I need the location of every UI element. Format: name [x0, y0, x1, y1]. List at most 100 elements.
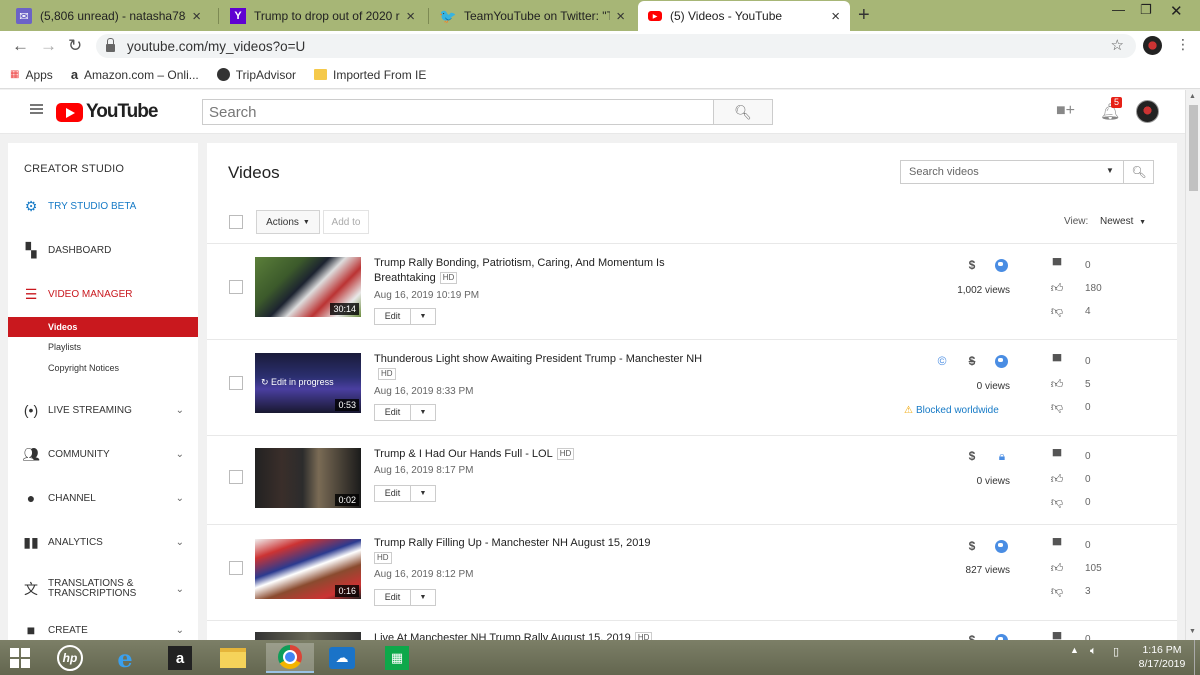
- youtube-search-button[interactable]: 🔍︎: [714, 99, 773, 125]
- microsoft-store-icon[interactable]: ▦: [377, 643, 417, 673]
- sidebar-item-video-manager[interactable]: ☰ VIDEO MANAGER: [8, 282, 198, 306]
- reload-icon[interactable]: ↻: [68, 36, 82, 56]
- video-select-checkbox[interactable]: [229, 470, 243, 484]
- youtube-logo[interactable]: YouTube: [56, 101, 158, 123]
- restore-icon[interactable]: ❐: [1140, 2, 1152, 18]
- caret-down-icon[interactable]: ▼: [411, 313, 435, 320]
- sidebar-item-create[interactable]: ■ CREATE ⌄: [8, 618, 198, 640]
- sidebar-item-live-streaming[interactable]: (•) LIVE STREAMING ⌄: [8, 398, 198, 422]
- caret-down-icon[interactable]: ▼: [411, 409, 435, 416]
- volume-icon[interactable]: 🔈︎: [1090, 645, 1097, 658]
- video-thumbnail[interactable]: 0:02: [255, 448, 361, 508]
- private-icon[interactable]: 🔒︎: [995, 449, 1009, 464]
- scroll-up-icon[interactable]: ▲: [1189, 93, 1196, 100]
- bookmark-imported-from-ie[interactable]: Imported From IE: [314, 68, 426, 82]
- windows-start-icon[interactable]: [0, 643, 40, 673]
- url-input[interactable]: youtube.com/my_videos?o=U ☆: [96, 34, 1136, 58]
- scroll-down-icon[interactable]: ▼: [1189, 628, 1196, 635]
- sidebar-sub-copyright-notices[interactable]: Copyright Notices: [8, 358, 198, 378]
- bookmark-amazon[interactable]: a Amazon.com – Onli...: [71, 67, 199, 82]
- hp-icon[interactable]: hp: [50, 643, 90, 673]
- copyright-icon[interactable]: ©: [935, 354, 949, 368]
- sidebar-item-try-studio-beta[interactable]: ⚙ TRY STUDIO BETA: [8, 194, 198, 218]
- bookmark-star-icon[interactable]: ☆: [1111, 36, 1124, 54]
- video-title-link[interactable]: Thunderous Light show Awaiting President…: [374, 352, 704, 382]
- add-to-button[interactable]: Add to: [323, 210, 369, 234]
- browser-tab-twitter[interactable]: 🐦 TeamYouTube on Twitter: "There ×: [430, 1, 635, 31]
- monetized-icon[interactable]: $: [965, 258, 979, 272]
- sidebar-item-community[interactable]: 👥︎ COMMUNITY ⌄: [8, 442, 198, 466]
- video-title-link[interactable]: Trump Rally Filling Up - Manchester NH A…: [374, 536, 704, 566]
- internet-explorer-icon[interactable]: e: [105, 643, 145, 673]
- video-thumbnail[interactable]: [255, 632, 361, 640]
- back-icon[interactable]: ←: [12, 36, 29, 56]
- video-title-link[interactable]: Live At Manchester NH Trump Rally August…: [374, 631, 704, 640]
- view-sort-dropdown[interactable]: Newest ▼: [1100, 216, 1146, 227]
- profile-avatar-icon[interactable]: [1143, 36, 1162, 55]
- sidebar-item-channel[interactable]: ● CHANNEL ⌄: [8, 486, 198, 510]
- minimize-icon[interactable]: —: [1112, 2, 1125, 17]
- close-icon[interactable]: ×: [831, 8, 840, 25]
- browser-tab-youtube[interactable]: ▶ (5) Videos - YouTube ×: [638, 1, 850, 31]
- sidebar-item-translations[interactable]: 文 TRANSLATIONS & TRANSCRIPTIONS ⌄: [8, 575, 198, 603]
- select-all-checkbox[interactable]: [229, 215, 243, 229]
- bookmark-apps[interactable]: ▦ Apps: [10, 68, 53, 82]
- video-thumbnail[interactable]: ↻ Edit in progress 0:53: [255, 353, 361, 413]
- video-select-checkbox[interactable]: [229, 561, 243, 575]
- hamburger-menu-icon[interactable]: [30, 104, 43, 114]
- video-thumbnail[interactable]: 0:16: [255, 539, 361, 599]
- edit-button[interactable]: Edit ▼: [374, 589, 436, 606]
- caret-down-icon[interactable]: ▼: [411, 490, 435, 497]
- close-icon[interactable]: ×: [192, 8, 201, 25]
- forward-icon[interactable]: →: [40, 36, 57, 56]
- caret-down-icon[interactable]: ▼: [1106, 166, 1114, 175]
- show-hidden-icons-icon[interactable]: ▲: [1070, 645, 1079, 655]
- sidebar-sub-videos[interactable]: Videos: [8, 317, 198, 337]
- sidebar-item-analytics[interactable]: ▮▮ ANALYTICS ⌄: [8, 530, 198, 554]
- video-select-checkbox[interactable]: [229, 376, 243, 390]
- menu-kebab-icon[interactable]: ⋮: [1176, 36, 1190, 53]
- browser-tab-mail[interactable]: ✉ (5,806 unread) - natasha78d@yah ×: [6, 1, 211, 31]
- video-title-link[interactable]: Trump Rally Bonding, Patriotism, Caring,…: [374, 256, 704, 286]
- taskbar-clock[interactable]: 1:16 PM 8/17/2019: [1132, 643, 1192, 671]
- sidebar-sub-playlists[interactable]: Playlists: [8, 337, 198, 357]
- not-monetized-icon[interactable]: $: [965, 354, 979, 368]
- video-title-link[interactable]: Trump & I Had Our Hands Full - LOL HD: [374, 447, 704, 462]
- caret-down-icon[interactable]: ▼: [411, 594, 435, 601]
- account-avatar[interactable]: [1136, 100, 1159, 123]
- monetized-icon[interactable]: $: [965, 633, 979, 640]
- upload-video-icon[interactable]: ■+: [1056, 102, 1075, 120]
- edit-button[interactable]: Edit ▼: [374, 308, 436, 325]
- public-icon[interactable]: [995, 259, 1008, 272]
- youtube-search-input[interactable]: Search: [202, 99, 714, 125]
- public-icon[interactable]: [995, 355, 1008, 368]
- search-icon[interactable]: 🔍︎: [1123, 160, 1154, 184]
- browser-tab-yahoo[interactable]: Y Trump to drop out of 2020 race? ×: [220, 1, 425, 31]
- new-tab-button[interactable]: +: [858, 4, 870, 27]
- amazon-app-icon[interactable]: a: [160, 643, 200, 673]
- edit-button[interactable]: Edit ▼: [374, 485, 436, 502]
- weather-app-icon[interactable]: ☁: [322, 643, 362, 673]
- scrollbar-thumb[interactable]: [1189, 105, 1198, 191]
- file-explorer-icon[interactable]: [213, 643, 253, 673]
- show-desktop-button[interactable]: [1194, 640, 1200, 675]
- sidebar-item-dashboard[interactable]: ▚ DASHBOARD: [8, 238, 198, 262]
- create-icon: ■: [26, 622, 36, 638]
- blocked-worldwide-link[interactable]: ⚠ Blocked worldwide: [904, 405, 999, 416]
- close-icon[interactable]: ×: [616, 8, 625, 25]
- monetized-icon[interactable]: $: [965, 449, 979, 463]
- bookmark-label: Imported From IE: [333, 67, 427, 82]
- actions-dropdown-button[interactable]: Actions ▼: [256, 210, 320, 234]
- monetized-icon[interactable]: $: [965, 539, 979, 553]
- close-icon[interactable]: ×: [406, 8, 415, 25]
- public-icon[interactable]: [995, 540, 1008, 553]
- close-window-icon[interactable]: ✕: [1170, 2, 1183, 20]
- video-thumbnail[interactable]: 30:14: [255, 257, 361, 317]
- search-videos-input[interactable]: Search videos ▼ 🔍︎: [900, 160, 1154, 184]
- battery-icon[interactable]: ▯: [1113, 645, 1119, 658]
- video-select-checkbox[interactable]: [229, 280, 243, 294]
- page-scrollbar[interactable]: ▲ ▼: [1185, 90, 1200, 640]
- edit-button[interactable]: Edit ▼: [374, 404, 436, 421]
- bookmark-tripadvisor[interactable]: TripAdvisor: [216, 68, 296, 82]
- chrome-icon[interactable]: [266, 643, 314, 673]
